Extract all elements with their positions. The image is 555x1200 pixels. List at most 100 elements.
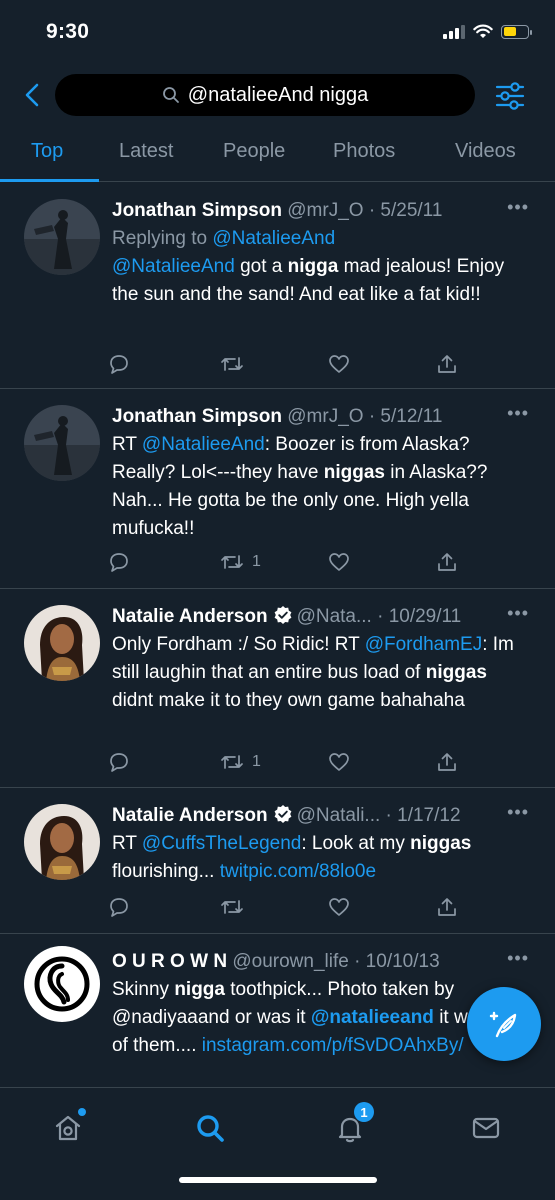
tweet-link[interactable]: @CuffsTheLegend [142,833,301,854]
nav-search[interactable] [190,1108,230,1148]
tweet-link[interactable]: @natalieeand [311,1007,434,1028]
avatar[interactable] [24,405,100,481]
notification-count-badge: 1 [354,1102,374,1122]
tab-people[interactable]: People [223,140,285,163]
share-button[interactable] [436,353,458,375]
tweet-header: Jonathan Simpson @mrJ_O · 5/12/11 [112,403,533,431]
search-header: @natalieeAnd nigga [0,72,555,118]
tweet-actions [108,896,468,924]
like-button[interactable] [328,353,350,375]
handle-and-date: @mrJ_O · 5/25/11 [287,200,443,221]
home-indicator [179,1177,377,1183]
messages-icon [472,1117,500,1139]
avatar[interactable] [24,804,100,880]
tweet-body: Jonathan Simpson @mrJ_O · 5/25/11 Replyi… [112,197,533,309]
tab-videos[interactable]: Videos [455,140,516,163]
author-name[interactable]: Jonathan Simpson [112,200,282,221]
tweet-text-segment: Skinny [112,979,175,1000]
tweet-text: Only Fordham :/ So Ridic! RT @FordhamEJ:… [112,631,533,715]
tab-latest[interactable]: Latest [119,140,173,163]
tweet-text: @NatalieeAnd got a nigga mad jealous! En… [112,253,533,309]
reply-button[interactable] [108,353,130,375]
reply-button[interactable] [108,551,130,573]
nav-notifications[interactable]: 1 [330,1102,374,1148]
tab-top[interactable]: Top [31,140,63,163]
author-name[interactable]: Jonathan Simpson [112,406,282,427]
author-name[interactable]: O U R O W N [112,951,227,972]
search-icon [162,87,179,103]
tweet-item[interactable]: ••• Natalie Anderson @Nata... · 10/29/11 … [0,589,555,788]
tweet-header: Natalie Anderson @Nata... · 10/29/11 [112,603,533,631]
retweet-button[interactable] [220,896,252,918]
retweet-icon [221,357,243,371]
like-button[interactable] [328,551,350,573]
tweet-header: O U R O W N @ourown_life · 10/10/13 [112,948,533,976]
author-name[interactable]: Natalie Anderson [112,805,268,826]
tweet-actions: 1 [108,751,468,779]
reply-button[interactable] [108,751,130,773]
status-icons [443,24,532,39]
tweet-link[interactable]: @FordhamEJ [365,634,483,655]
tweet-item[interactable]: ••• Jonathan Simpson @mrJ_O · 5/25/11 Re… [0,183,555,389]
handle-and-date: @ourown_life · 10/10/13 [232,951,440,972]
tweet-link[interactable]: twitpic.com/88lo0e [220,861,376,882]
retweet-icon [221,900,243,914]
author-name[interactable]: Natalie Anderson [112,606,268,627]
verified-badge-icon [274,606,291,624]
like-button[interactable] [328,751,350,773]
highlighted-search-term: niggas [410,833,472,854]
wifi-icon [473,24,493,38]
retweet-button[interactable]: 1 [220,551,261,573]
retweet-icon [221,555,243,569]
tweet-link[interactable]: instagram.com/p/fSvDOAhxBy/ [202,1035,464,1056]
tweet-link[interactable]: @NatalieeAnd [112,256,235,277]
back-chevron-icon[interactable] [16,78,50,112]
reply-icon [110,753,128,772]
retweet-count: 1 [252,753,261,770]
tweet-text-segment: flourishing... [112,861,220,882]
tweet-body: Natalie Anderson @Nata... · 10/29/11 Only… [112,603,533,715]
replying-handle-link[interactable]: @NatalieeAnd [212,228,335,249]
filter-icon[interactable] [492,78,528,114]
cellular-signal-icon [443,24,465,39]
like-button[interactable] [328,896,350,918]
tweet-body: Jonathan Simpson @mrJ_O · 5/12/11 RT @Na… [112,403,533,543]
highlighted-search-term: niggas [323,462,385,483]
retweet-icon [221,755,243,769]
avatar[interactable] [24,946,100,1022]
tweet-text-segment: : Look at my [301,833,411,854]
share-icon [438,355,456,373]
tab-photos[interactable]: Photos [333,140,395,163]
tweet-actions [108,353,468,381]
replying-prefix: Replying to [112,228,213,249]
share-button[interactable] [436,551,458,573]
tweet-actions: 1 [108,551,468,579]
tweet-link[interactable]: @NatalieeAnd [142,434,265,455]
tweet-header: Natalie Anderson @Natali... · 1/17/12 [112,802,533,830]
retweet-count: 1 [252,553,261,570]
tweet-item[interactable]: ••• Natalie Anderson @Natali... · 1/17/12… [0,788,555,934]
search-tabs: Top Latest People Photos Videos [0,126,555,182]
highlighted-search-term: nigga [287,256,339,277]
replying-to: Replying to @NatalieeAnd [112,225,533,253]
tweet-header: Jonathan Simpson @mrJ_O · 5/25/11 [112,197,533,225]
retweet-button[interactable] [220,353,252,375]
search-input[interactable]: @natalieeAnd nigga [55,74,475,116]
share-button[interactable] [436,896,458,918]
nav-home[interactable] [48,1108,88,1148]
tweet-item[interactable]: ••• Jonathan Simpson @mrJ_O · 5/12/11 RT… [0,389,555,589]
share-icon [438,553,456,571]
retweet-button[interactable]: 1 [220,751,261,773]
avatar[interactable] [24,199,100,275]
tweet-text-segment: Only Fordham :/ So Ridic! RT [112,634,365,655]
avatar[interactable] [24,605,100,681]
reply-icon [110,898,128,917]
nav-messages[interactable] [466,1108,506,1148]
tweet-text: RT @NatalieeAnd: Boozer is from Alaska? … [112,431,533,543]
search-query: @natalieeAnd nigga [187,83,369,106]
share-button[interactable] [436,751,458,773]
reply-button[interactable] [108,896,130,918]
compose-tweet-button[interactable] [467,987,541,1061]
heart-icon [329,898,349,916]
heart-icon [329,355,349,373]
